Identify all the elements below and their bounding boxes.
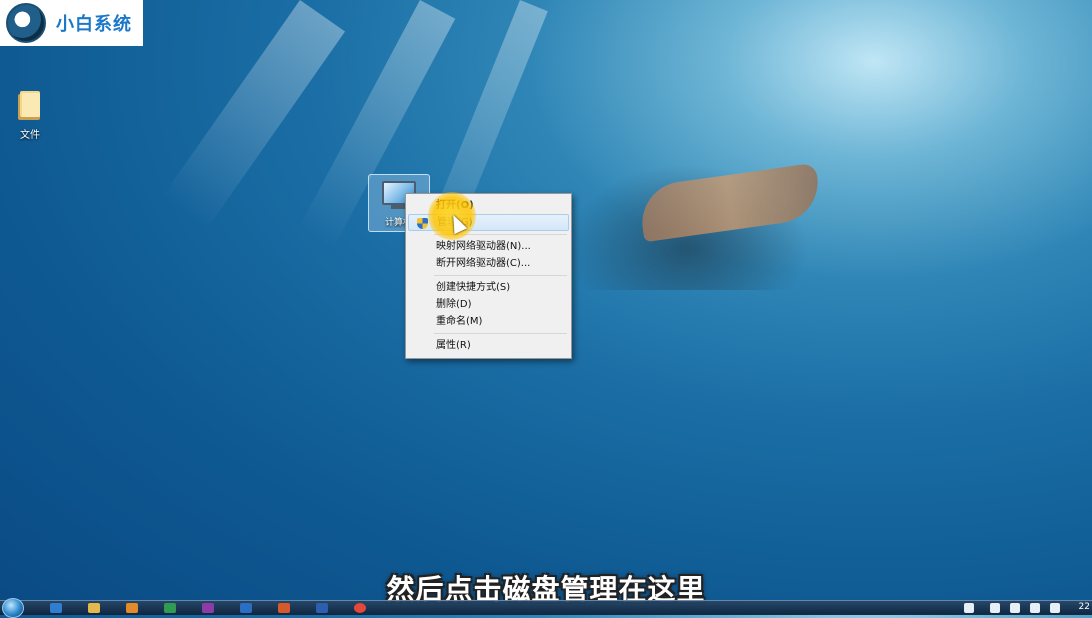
- menu-item-map-network-drive[interactable]: 映射网络驱动器(N)...: [408, 238, 569, 255]
- explorer-icon[interactable]: [88, 603, 100, 613]
- desktop: 小白系统 文件 计算机 打开(O) 管理(G) 映射网络驱动器(N)... 断开…: [0, 0, 1092, 600]
- word-icon[interactable]: [316, 603, 328, 613]
- network-icon[interactable]: [1010, 603, 1020, 613]
- watermark-logo: 小白系统: [0, 0, 143, 46]
- outlook-icon[interactable]: [240, 603, 252, 613]
- menu-item-rename[interactable]: 重命名(M): [408, 313, 569, 330]
- powerpoint-icon[interactable]: [278, 603, 290, 613]
- menu-item-manage[interactable]: 管理(G): [408, 214, 569, 231]
- chrome-icon[interactable]: [354, 603, 366, 613]
- menu-separator: [434, 333, 567, 334]
- taskbar: 22: [0, 598, 1092, 618]
- start-button[interactable]: [2, 598, 24, 618]
- context-menu: 打开(O) 管理(G) 映射网络驱动器(N)... 断开网络驱动器(C)... …: [405, 193, 572, 359]
- menu-item-open[interactable]: 打开(O): [408, 197, 569, 214]
- ie-icon[interactable]: [50, 603, 62, 613]
- clock[interactable]: 22: [1079, 602, 1090, 612]
- flag-icon[interactable]: [990, 603, 1000, 613]
- volume-icon[interactable]: [1050, 603, 1060, 613]
- onenote-icon[interactable]: [202, 603, 214, 613]
- menu-item-create-shortcut[interactable]: 创建快捷方式(S): [408, 279, 569, 296]
- excel-icon[interactable]: [164, 603, 176, 613]
- action-center-icon[interactable]: [964, 603, 974, 613]
- desktop-icon-label: 文件: [20, 130, 40, 141]
- menu-item-disconnect-network-drive[interactable]: 断开网络驱动器(C)...: [408, 255, 569, 272]
- shield-icon: [417, 218, 428, 229]
- logo-text: 小白系统: [56, 14, 132, 35]
- desktop-icon-file-folder[interactable]: 文件: [0, 88, 60, 141]
- menu-item-properties[interactable]: 属性(R): [408, 337, 569, 354]
- logo-icon: [6, 3, 46, 43]
- menu-item-delete[interactable]: 删除(D): [408, 296, 569, 313]
- folder-icon: [18, 91, 40, 120]
- device-icon[interactable]: [1030, 603, 1040, 613]
- menu-separator: [434, 275, 567, 276]
- media-player-icon[interactable]: [126, 603, 138, 613]
